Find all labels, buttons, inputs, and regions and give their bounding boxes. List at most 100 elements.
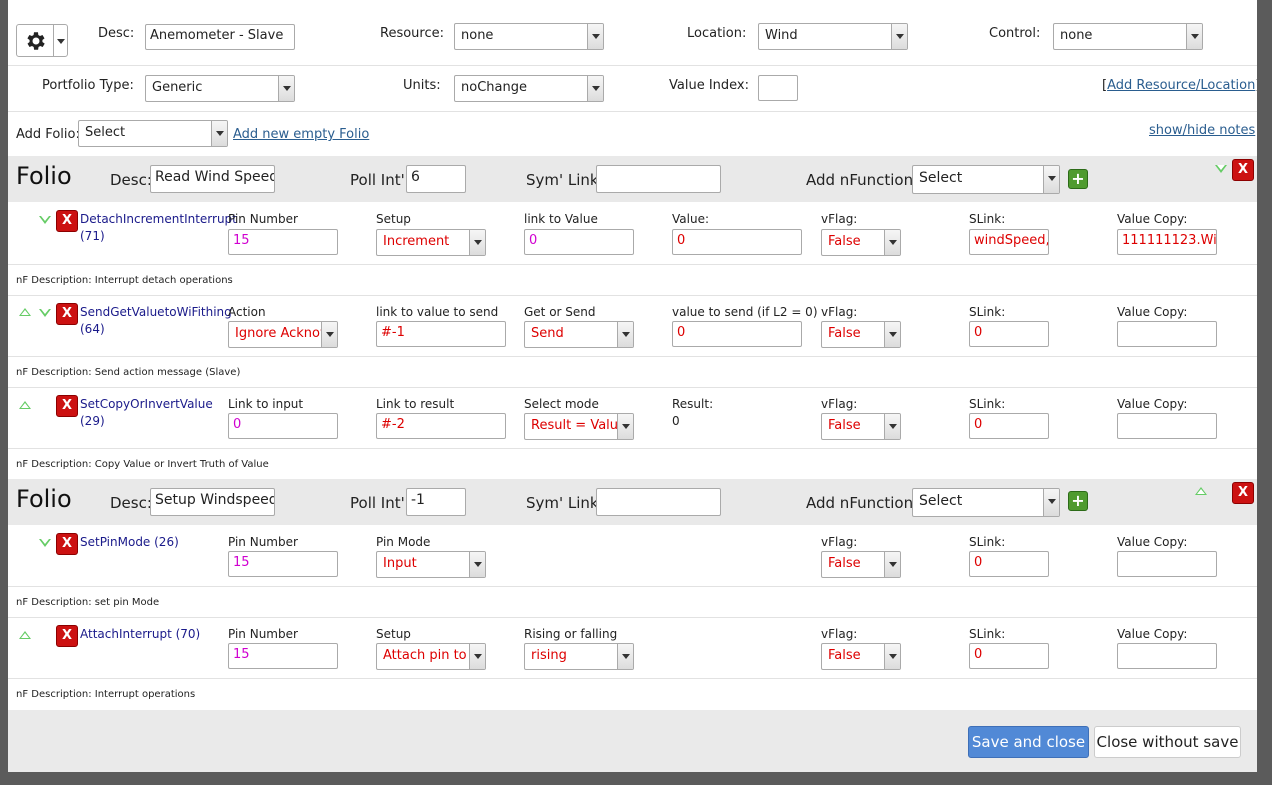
chevron-down-icon: [884, 644, 900, 669]
location-select[interactable]: Wind: [758, 23, 908, 50]
location-select-value: Wind: [765, 28, 798, 43]
slink-input[interactable]: 0: [969, 413, 1049, 439]
nfunction-name[interactable]: SendGetValuetoWiFithing (64): [80, 304, 232, 338]
field-label: Rising or falling: [524, 627, 618, 641]
remove-nfunction-button[interactable]: X: [56, 533, 78, 555]
vflag-select-value: False: [828, 234, 861, 249]
move-down-icon[interactable]: [39, 216, 51, 224]
move-up-icon[interactable]: [19, 401, 31, 409]
action-select[interactable]: Ignore Acknow: [228, 321, 338, 348]
chevron-down-icon: [617, 414, 633, 439]
slink-label: SLink:: [969, 397, 1006, 411]
vflag-select[interactable]: False: [821, 551, 901, 578]
poll-interval-input[interactable]: -1: [406, 488, 466, 516]
close-without-save-button[interactable]: Close without save: [1094, 726, 1241, 758]
desc-input[interactable]: Anemometer - Slave: [145, 24, 295, 50]
add-empty-folio-link[interactable]: Add new empty Folio: [233, 127, 369, 142]
folio-desc-input[interactable]: Read Wind Speed: [150, 165, 275, 193]
resource-select[interactable]: none: [454, 23, 604, 50]
slink-input[interactable]: 0: [969, 551, 1049, 577]
get-or-send-select[interactable]: Send: [524, 321, 634, 348]
show-hide-notes-link[interactable]: show/hide notes: [1149, 123, 1255, 138]
settings-dropdown-arrow[interactable]: [53, 25, 67, 56]
nfunction-name[interactable]: DetachIncrementInterrupt (71): [80, 211, 237, 245]
link-to-value-input[interactable]: 0: [524, 229, 634, 255]
value-index-input[interactable]: [758, 75, 798, 101]
vflag-select[interactable]: False: [821, 413, 901, 440]
select-mode-select[interactable]: Result = Value: [524, 413, 634, 440]
move-down-icon[interactable]: [39, 539, 51, 547]
divider: [8, 65, 1257, 66]
save-and-close-button[interactable]: Save and close: [968, 726, 1089, 758]
pin-number-input[interactable]: 15: [228, 229, 338, 255]
sym-link-input[interactable]: [596, 488, 721, 516]
select-mode-value: Result = Value: [531, 418, 627, 433]
units-select[interactable]: noChange: [454, 75, 604, 102]
remove-nfunction-button[interactable]: X: [56, 303, 78, 325]
pin-number-input[interactable]: 15: [228, 551, 338, 577]
link-to-result-input[interactable]: #-2: [376, 413, 506, 439]
rising-or-falling-select[interactable]: rising: [524, 643, 634, 670]
folio-header: Folio Desc: Setup Windspeed Poll Int': -…: [8, 479, 1257, 525]
value-input[interactable]: 0: [672, 229, 802, 255]
value-copy-input[interactable]: [1117, 413, 1217, 439]
move-up-icon[interactable]: [19, 631, 31, 639]
setup-select[interactable]: Increment: [376, 229, 486, 256]
nfunction-name[interactable]: SetCopyOrInvertValue (29): [80, 396, 213, 430]
link-to-value-to-send-input[interactable]: #-1: [376, 321, 506, 347]
value-copy-input[interactable]: 111111123.Winc: [1117, 229, 1217, 255]
poll-interval-input[interactable]: 6: [406, 165, 466, 193]
nfunction-name[interactable]: SetPinMode (26): [80, 534, 179, 551]
add-folio-select[interactable]: Select: [78, 120, 228, 147]
portfolio-type-select[interactable]: Generic: [145, 75, 295, 102]
control-select[interactable]: none: [1053, 23, 1203, 50]
divider: [8, 264, 1257, 265]
add-nfunction-select[interactable]: Select: [912, 165, 1060, 194]
value-copy-input[interactable]: [1117, 321, 1217, 347]
divider: [8, 586, 1257, 587]
add-nfunction-select[interactable]: Select: [912, 488, 1060, 517]
remove-nfunction-button[interactable]: X: [56, 210, 78, 232]
value-to-send-input[interactable]: 0: [672, 321, 802, 347]
value-copy-input[interactable]: [1117, 643, 1217, 669]
folio-desc-input[interactable]: Setup Windspeed: [150, 488, 275, 516]
pin-number-input[interactable]: 15: [228, 643, 338, 669]
value-copy-label: Value Copy:: [1117, 305, 1188, 319]
setup-select-value: Increment: [383, 234, 450, 249]
vflag-select[interactable]: False: [821, 229, 901, 256]
field-label: Action: [228, 305, 266, 319]
move-down-icon[interactable]: [39, 309, 51, 317]
remove-folio-button[interactable]: X: [1232, 159, 1254, 181]
pin-mode-value: Input: [383, 556, 417, 571]
move-down-icon[interactable]: [1215, 165, 1227, 173]
field-label: Pin Mode: [376, 535, 431, 549]
value-copy-input[interactable]: [1117, 551, 1217, 577]
chevron-down-icon: [469, 552, 485, 577]
remove-nfunction-button[interactable]: X: [56, 395, 78, 417]
add-nfunction-button[interactable]: +: [1068, 491, 1088, 511]
slink-input[interactable]: 0: [969, 643, 1049, 669]
remove-nfunction-button[interactable]: X: [56, 625, 78, 647]
chevron-down-icon: [278, 76, 294, 101]
folio-desc-label: Desc:: [110, 494, 152, 512]
move-up-icon[interactable]: [1195, 487, 1207, 495]
setup-select[interactable]: Attach pin to in: [376, 643, 486, 670]
nfunction-name[interactable]: AttachInterrupt (70): [80, 626, 200, 643]
link-to-input-input[interactable]: 0: [228, 413, 338, 439]
slink-input[interactable]: windSpeed,#: [969, 229, 1049, 255]
sym-link-input[interactable]: [596, 165, 721, 193]
remove-folio-button[interactable]: X: [1232, 482, 1254, 504]
field-label: link to value to send: [376, 305, 499, 319]
pin-mode-select[interactable]: Input: [376, 551, 486, 578]
nfunction-description: nF Description: Copy Value or Invert Tru…: [16, 459, 269, 470]
chevron-down-icon: [884, 414, 900, 439]
move-up-icon[interactable]: [19, 308, 31, 316]
add-resource-location-link[interactable]: Add Resource/Location: [1107, 78, 1255, 93]
add-nfunction-button[interactable]: +: [1068, 169, 1088, 189]
settings-menu-button[interactable]: [16, 24, 68, 57]
vflag-select[interactable]: False: [821, 643, 901, 670]
vflag-select-value: False: [828, 556, 861, 571]
vflag-select[interactable]: False: [821, 321, 901, 348]
slink-input[interactable]: 0: [969, 321, 1049, 347]
add-nfunction-value: Select: [919, 170, 963, 186]
